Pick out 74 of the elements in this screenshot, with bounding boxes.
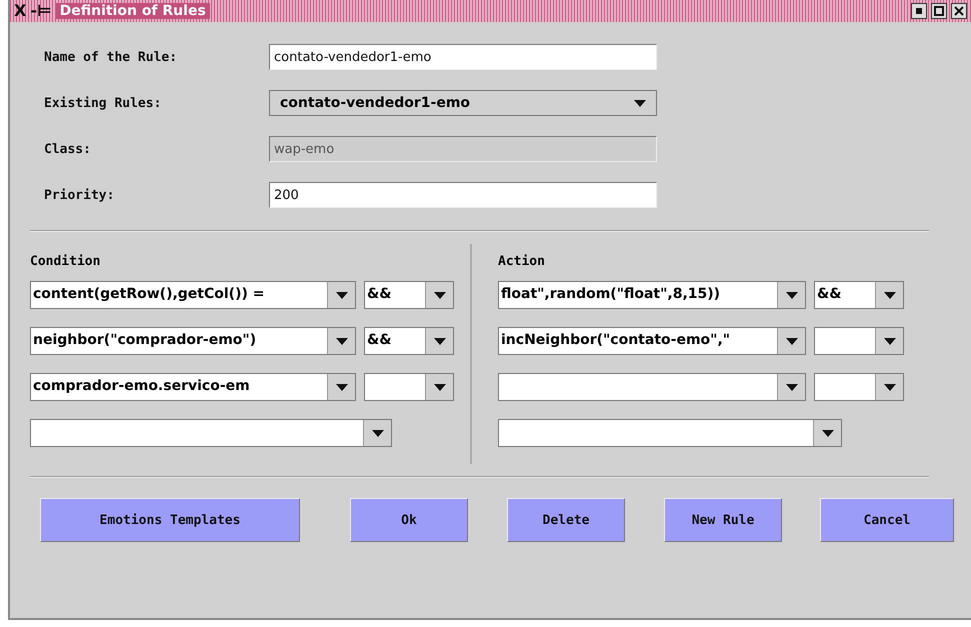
dropdown-arrow-icon bbox=[336, 292, 348, 298]
dropdown-button[interactable] bbox=[813, 420, 841, 446]
combo-box[interactable]: float",random("float",8,15)) bbox=[498, 281, 806, 309]
combo-value: incNeighbor("contato-emo"," bbox=[500, 331, 732, 350]
window-menu-glyph[interactable]: X bbox=[14, 3, 26, 19]
combo-value: comprador-emo.servico-em bbox=[32, 377, 251, 396]
section-title: Condition bbox=[30, 254, 102, 269]
maximize-icon bbox=[934, 6, 944, 16]
dropdown-button[interactable] bbox=[363, 420, 391, 446]
field-label: Existing Rules: bbox=[44, 96, 162, 110]
dialog-button[interactable]: Delete bbox=[507, 498, 625, 542]
dropdown-arrow-icon bbox=[786, 292, 798, 298]
dialog-button[interactable]: Emotions Templates bbox=[40, 498, 300, 542]
dropdown-button[interactable] bbox=[425, 374, 453, 400]
text-field[interactable]: contato-vendedor1-emo bbox=[269, 44, 657, 70]
field-label: Class: bbox=[44, 142, 92, 156]
dropdown-arrow-icon bbox=[434, 384, 446, 390]
dropdown-button[interactable] bbox=[777, 282, 805, 308]
dialog-button[interactable]: New Rule bbox=[664, 498, 782, 542]
text-field[interactable]: 200 bbox=[269, 182, 657, 208]
field-label: Name of the Rule: bbox=[44, 50, 178, 64]
pin-glyph[interactable]: -⊨ bbox=[30, 3, 52, 19]
dropdown-arrow-icon bbox=[884, 384, 896, 390]
combo-box[interactable]: incNeighbor("contato-emo"," bbox=[498, 327, 806, 355]
dropdown-arrow-icon bbox=[884, 338, 896, 344]
dialog-button[interactable]: Cancel bbox=[820, 498, 954, 542]
operator-combo-box[interactable]: && bbox=[364, 327, 454, 355]
dropdown-button[interactable] bbox=[875, 282, 903, 308]
operator-value: && bbox=[366, 285, 392, 304]
operator-combo-box[interactable] bbox=[814, 327, 904, 355]
dropdown-arrow-icon bbox=[434, 292, 446, 298]
section-title: Action bbox=[498, 254, 546, 269]
dropdown-arrow-icon bbox=[372, 430, 384, 436]
operator-combo-box[interactable]: && bbox=[364, 281, 454, 309]
dropdown-arrow-icon bbox=[884, 292, 896, 298]
close-icon bbox=[954, 6, 964, 16]
combo-value: neighbor("comprador-emo") bbox=[32, 331, 258, 350]
field-label: Priority: bbox=[44, 188, 116, 202]
combo-value: float",random("float",8,15)) bbox=[500, 285, 722, 304]
combo-box[interactable] bbox=[498, 373, 806, 401]
dropdown-button[interactable] bbox=[777, 328, 805, 354]
close-button[interactable] bbox=[951, 3, 967, 19]
operator-combo-box[interactable] bbox=[814, 373, 904, 401]
combo-box[interactable]: comprador-emo.servico-em bbox=[30, 373, 356, 401]
minimize-button[interactable] bbox=[911, 3, 927, 19]
dropdown-button[interactable] bbox=[777, 374, 805, 400]
dropdown-arrow-icon bbox=[434, 338, 446, 344]
combo-box[interactable]: content(getRow(),getCol()) = bbox=[30, 281, 356, 309]
dropdown-arrow-icon bbox=[634, 100, 646, 106]
dropdown-arrow-icon bbox=[822, 430, 834, 436]
dropdown-button[interactable] bbox=[327, 374, 355, 400]
operator-combo-box[interactable]: && bbox=[814, 281, 904, 309]
operator-value: && bbox=[816, 285, 842, 304]
dropdown-arrow-icon bbox=[786, 338, 798, 344]
maximize-button[interactable] bbox=[931, 3, 947, 19]
dropdown-button[interactable] bbox=[425, 282, 453, 308]
rules-dropdown[interactable]: contato-vendedor1-emo bbox=[269, 90, 657, 116]
dropdown-arrow-icon bbox=[336, 338, 348, 344]
dropdown-button[interactable] bbox=[327, 282, 355, 308]
operator-value: && bbox=[366, 331, 392, 350]
dropdown-arrow-icon bbox=[336, 384, 348, 390]
combo-box[interactable]: neighbor("comprador-emo") bbox=[30, 327, 356, 355]
dropdown-button[interactable] bbox=[875, 374, 903, 400]
combo-box[interactable] bbox=[498, 419, 842, 447]
minimize-icon bbox=[916, 8, 922, 14]
dialog-button[interactable]: Ok bbox=[350, 498, 468, 542]
operator-combo-box[interactable] bbox=[364, 373, 454, 401]
dropdown-button[interactable] bbox=[327, 328, 355, 354]
combo-value: content(getRow(),getCol()) = bbox=[32, 285, 266, 304]
dropdown-arrow-icon bbox=[786, 384, 798, 390]
dropdown-button[interactable] bbox=[425, 328, 453, 354]
dropdown-button[interactable] bbox=[875, 328, 903, 354]
combo-box[interactable] bbox=[30, 419, 392, 447]
window-title: Definition of Rules bbox=[56, 3, 210, 19]
